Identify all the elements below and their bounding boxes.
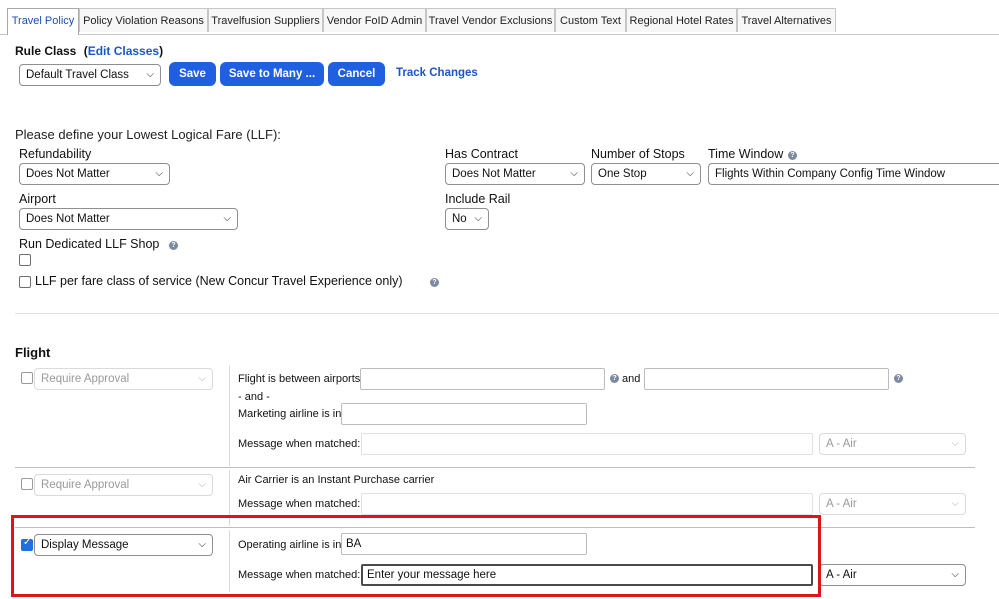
rule-class-text: Rule Class (15, 44, 77, 58)
rule-2-checkbox[interactable] (21, 478, 33, 490)
number-of-stops-value: One Stop (598, 168, 647, 180)
rule-class-label: Rule Class (Edit Classes) (15, 44, 163, 58)
tab-vendor-foid-admin[interactable]: Vendor FoID Admin (323, 8, 426, 32)
run-dedicated-llf-checkbox[interactable] (19, 254, 31, 266)
paren-close: ) (159, 44, 164, 58)
rule-1-between-label: Flight is between airports (238, 373, 361, 385)
rule-class-select[interactable]: Default Travel Class ⌵ (19, 64, 161, 86)
chevron-down-icon: ⌵ (474, 213, 482, 224)
rule-1-and-label: and (622, 373, 641, 385)
highlight-box (11, 515, 821, 597)
has-contract-label: Has Contract (445, 147, 518, 161)
save-button[interactable]: Save (169, 62, 216, 86)
llf-per-fare-label: LLF per fare class of service (New Concu… (35, 274, 403, 288)
help-icon[interactable]: ? (894, 374, 903, 383)
rule-2-action-value: Require Approval (41, 479, 130, 491)
chevron-down-icon: ⌵ (198, 479, 206, 490)
airport-select[interactable]: Does Not Matter ⌵ (19, 208, 238, 230)
refundability-label: Refundability (19, 147, 92, 161)
rule-1-category-select[interactable]: A - Air ⌵ (819, 433, 966, 455)
tab-travel-alternatives[interactable]: Travel Alternatives (737, 8, 836, 32)
rule-1-marketing-input[interactable] (341, 403, 587, 425)
tab-custom-text[interactable]: Custom Text (555, 8, 626, 32)
time-window-value: Flights Within Company Config Time Windo… (715, 168, 946, 180)
chevron-down-icon: ⌵ (951, 498, 959, 509)
cancel-button[interactable]: Cancel (328, 62, 385, 86)
tab-policy-violation-reasons[interactable]: Policy Violation Reasons (79, 8, 208, 32)
help-icon[interactable]: ? (430, 278, 439, 287)
rule-divider (15, 467, 975, 468)
track-changes-link[interactable]: Track Changes (396, 67, 478, 79)
refundability-value: Does Not Matter (26, 168, 110, 180)
flight-heading: Flight (15, 345, 51, 360)
number-of-stops-select[interactable]: One Stop ⌵ (591, 163, 701, 185)
rule-3-category-value: A - Air (826, 569, 857, 581)
rule-1-category-value: A - Air (826, 438, 857, 450)
include-rail-select[interactable]: No ⌵ (445, 208, 489, 230)
rule-2-carrier-label: Air Carrier is an Instant Purchase carri… (238, 474, 435, 486)
chevron-down-icon: ⌵ (686, 168, 694, 179)
time-window-label: Time Window (708, 147, 783, 161)
rule-1-action-value: Require Approval (41, 373, 130, 385)
help-icon[interactable]: ? (788, 151, 797, 160)
include-rail-label: Include Rail (445, 192, 511, 206)
include-rail-value: No (452, 213, 467, 225)
tab-travelfusion-suppliers[interactable]: Travelfusion Suppliers (208, 8, 323, 32)
tab-travel-vendor-exclusions[interactable]: Travel Vendor Exclusions (426, 8, 555, 32)
tab-bar: Travel Policy Policy Violation Reasons T… (0, 0, 999, 35)
rule-3-category-select[interactable]: A - Air ⌵ (819, 564, 966, 586)
save-to-many-button[interactable]: Save to Many ... (220, 62, 324, 86)
rule-1-and-separator: - and - (238, 391, 270, 403)
rule-2-category-select[interactable]: A - Air ⌵ (819, 493, 966, 515)
rule-1-airport-to-input[interactable] (644, 368, 889, 390)
chevron-down-icon: ⌵ (951, 569, 959, 580)
number-of-stops-label: Number of Stops (591, 147, 685, 161)
chevron-down-icon: ⌵ (146, 69, 154, 80)
rule-1-airport-from-input[interactable] (360, 368, 605, 390)
chevron-down-icon: ⌵ (570, 168, 578, 179)
rule-1-divider (229, 366, 230, 466)
rule-1-marketing-label: Marketing airline is in (238, 408, 342, 420)
llf-per-fare-checkbox[interactable] (19, 276, 31, 288)
airport-value: Does Not Matter (26, 213, 110, 225)
help-icon[interactable]: ? (610, 374, 619, 383)
chevron-down-icon: ⌵ (951, 438, 959, 449)
edit-classes-link[interactable]: Edit Classes (88, 44, 159, 58)
time-window-select[interactable]: Flights Within Company Config Time Windo… (708, 163, 999, 185)
rule-1-checkbox[interactable] (21, 372, 33, 384)
chevron-down-icon: ⌵ (198, 373, 206, 384)
rule-class-select-value: Default Travel Class (26, 69, 129, 81)
rule-2-category-value: A - Air (826, 498, 857, 510)
rule-2-message-input[interactable] (361, 493, 813, 515)
has-contract-select[interactable]: Does Not Matter ⌵ (445, 163, 585, 185)
refundability-select[interactable]: Does Not Matter ⌵ (19, 163, 170, 185)
tab-travel-policy[interactable]: Travel Policy (7, 8, 79, 35)
rule-1-action-select[interactable]: Require Approval ⌵ (34, 368, 213, 390)
llf-heading: Please define your Lowest Logical Fare (… (15, 127, 281, 142)
chevron-down-icon: ⌵ (223, 213, 231, 224)
has-contract-value: Does Not Matter (452, 168, 536, 180)
rule-1-message-label: Message when matched: (238, 438, 361, 450)
section-divider (15, 313, 999, 314)
airport-label: Airport (19, 192, 56, 206)
rule-2-action-select[interactable]: Require Approval ⌵ (34, 474, 213, 496)
tab-regional-hotel-rates[interactable]: Regional Hotel Rates (626, 8, 737, 32)
time-window-text: Time Window (708, 147, 784, 161)
run-dedicated-llf-label: Run Dedicated LLF Shop (19, 237, 160, 251)
rule-1-message-input[interactable] (361, 433, 813, 455)
chevron-down-icon: ⌵ (155, 168, 163, 179)
help-icon[interactable]: ? (169, 241, 178, 250)
rule-2-message-label: Message when matched: (238, 498, 361, 510)
